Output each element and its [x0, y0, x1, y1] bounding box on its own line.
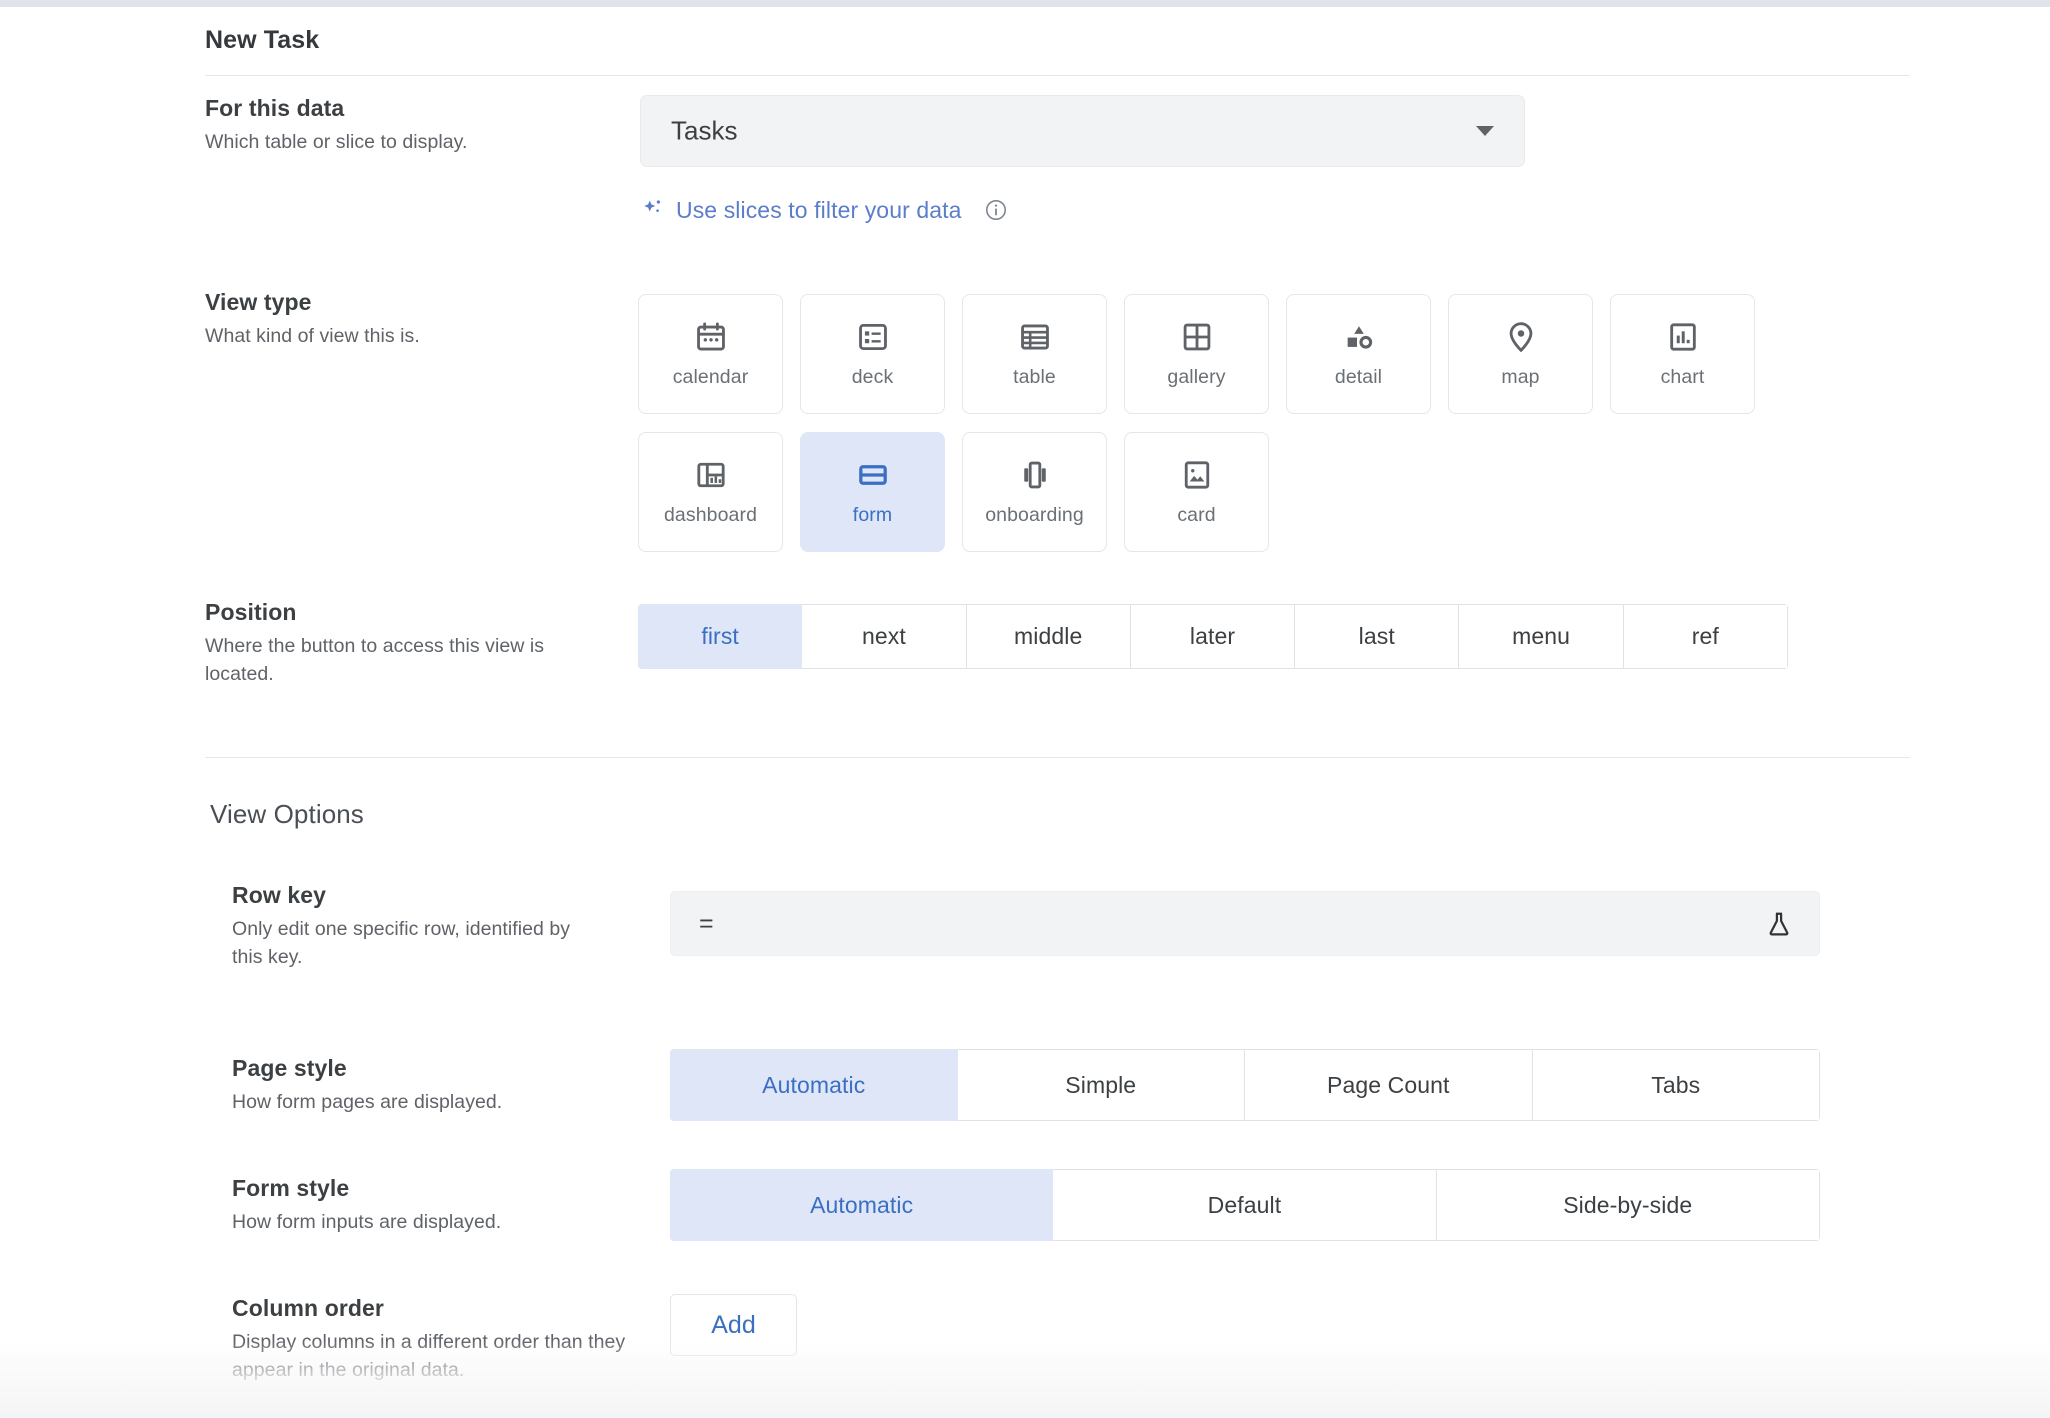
- view-type-label-chart: chart: [1660, 365, 1705, 388]
- page-style-label-group: Page style How form pages are displayed.: [232, 1055, 632, 1116]
- view-type-card[interactable]: card: [1124, 432, 1269, 552]
- form-style-option-automatic[interactable]: Automatic: [670, 1169, 1054, 1241]
- gallery-icon: [1183, 323, 1210, 350]
- deck-icon: [858, 323, 887, 350]
- view-type-description: What kind of view this is.: [205, 325, 420, 347]
- position-label-group: Position Where the button to access this…: [205, 599, 635, 689]
- data-source-select[interactable]: Tasks: [640, 95, 1525, 167]
- sparkle-icon: [644, 200, 661, 212]
- view-type-label-group: View type What kind of view this is.: [205, 289, 635, 350]
- position-option-menu[interactable]: menu: [1459, 604, 1624, 669]
- view-type-detail[interactable]: detail: [1286, 294, 1431, 414]
- shapes-icon: [1347, 325, 1372, 349]
- view-type-calendar[interactable]: calendar: [638, 294, 783, 414]
- position-segmented-control: first next middle later last menu ref: [638, 604, 1788, 669]
- view-type-label-card: card: [1177, 503, 1216, 526]
- calendar-icon: [696, 322, 725, 350]
- data-source-value: Tasks: [671, 115, 738, 146]
- form-style-option-default[interactable]: Default: [1053, 1169, 1437, 1241]
- view-type-dashboard[interactable]: dashboard: [638, 432, 783, 552]
- position-option-ref[interactable]: ref: [1623, 604, 1788, 669]
- form-style-description: How form inputs are displayed.: [232, 1211, 502, 1233]
- view-type-table[interactable]: table: [962, 294, 1107, 414]
- row-key-equals-prefix: =: [699, 909, 714, 937]
- use-slices-label: Use slices to filter your data: [676, 196, 962, 223]
- form-style-segmented-control: Automatic Default Side-by-side: [670, 1169, 1820, 1241]
- for-this-data-label-group: For this data Which table or slice to di…: [205, 95, 635, 156]
- view-type-label-form: form: [852, 503, 893, 526]
- page-style-segmented-control: Automatic Simple Page Count Tabs: [670, 1049, 1820, 1121]
- position-option-later[interactable]: later: [1130, 604, 1296, 669]
- view-type-form[interactable]: form: [800, 432, 945, 552]
- view-type-gallery[interactable]: gallery: [1124, 294, 1269, 414]
- top-strip: [0, 0, 2050, 7]
- chevron-down-icon: [1476, 126, 1494, 136]
- view-type-row-2: dashboard form onboarding card: [638, 432, 1755, 552]
- view-type-label-table: table: [1013, 365, 1056, 388]
- row-key-description: Only edit one specific row, identified b…: [232, 918, 571, 969]
- row-key-label: Row key: [232, 882, 327, 908]
- view-type-grid: calendar deck table gallery detail map c…: [638, 294, 1755, 570]
- view-settings-panel: New Task For this data Which table or sl…: [0, 7, 2050, 1418]
- form-icon: [858, 464, 887, 485]
- view-options-heading: View Options: [210, 799, 364, 829]
- position-label: Position: [205, 599, 297, 625]
- map-pin-icon: [1509, 321, 1532, 352]
- page-style-option-automatic[interactable]: Automatic: [670, 1049, 958, 1121]
- form-style-label-group: Form style How form inputs are displayed…: [232, 1175, 632, 1236]
- panel-header: New Task: [205, 16, 1910, 76]
- column-order-add-button[interactable]: Add: [670, 1294, 797, 1356]
- page-style-description: How form pages are displayed.: [232, 1091, 503, 1113]
- onboarding-icon: [1023, 461, 1046, 488]
- position-option-next[interactable]: next: [802, 604, 967, 669]
- view-type-deck[interactable]: deck: [800, 294, 945, 414]
- view-type-chart[interactable]: chart: [1610, 294, 1755, 414]
- view-type-label-map: map: [1501, 365, 1540, 388]
- page-style-option-tabs[interactable]: Tabs: [1532, 1049, 1820, 1121]
- for-this-data-description: Which table or slice to display.: [205, 131, 468, 153]
- view-type-onboarding[interactable]: onboarding: [962, 432, 1107, 552]
- view-type-label-deck: deck: [851, 365, 894, 388]
- table-icon: [1020, 324, 1049, 349]
- app-root: New Task For this data Which table or sl…: [0, 0, 2050, 1418]
- row-key-formula-input[interactable]: =: [670, 891, 1820, 956]
- page-title: New Task: [205, 26, 320, 54]
- position-option-first[interactable]: first: [638, 604, 803, 669]
- flask-icon[interactable]: [1765, 909, 1793, 939]
- info-icon[interactable]: [984, 198, 1008, 222]
- row-key-label-group: Row key Only edit one specific row, iden…: [232, 882, 632, 972]
- column-order-label-group: Column order Display columns in a differ…: [232, 1295, 632, 1385]
- form-style-option-side-by-side[interactable]: Side-by-side: [1436, 1169, 1820, 1241]
- view-type-row-1: calendar deck table gallery detail map c…: [638, 294, 1755, 414]
- for-this-data-label: For this data: [205, 95, 345, 121]
- page-style-option-simple[interactable]: Simple: [957, 1049, 1245, 1121]
- view-type-label: View type: [205, 289, 312, 315]
- page-style-option-page-count[interactable]: Page Count: [1245, 1049, 1533, 1121]
- column-order-description: Display columns in a different order tha…: [232, 1331, 626, 1382]
- form-style-label: Form style: [232, 1175, 350, 1201]
- view-type-map[interactable]: map: [1448, 294, 1593, 414]
- position-description: Where the button to access this view is …: [205, 635, 545, 686]
- page-style-label: Page style: [232, 1055, 347, 1081]
- dashboard-icon: [696, 462, 725, 487]
- section-divider: [205, 757, 1910, 758]
- view-type-label-detail: detail: [1334, 365, 1383, 388]
- view-type-label-onboarding: onboarding: [985, 503, 1084, 526]
- view-type-label-dashboard: dashboard: [663, 503, 758, 526]
- position-option-middle[interactable]: middle: [966, 604, 1131, 669]
- image-card-icon: [1184, 460, 1209, 489]
- view-type-label-calendar: calendar: [672, 365, 749, 388]
- bar-chart-icon: [1669, 322, 1696, 351]
- column-order-label: Column order: [232, 1295, 384, 1321]
- view-type-label-gallery: gallery: [1167, 365, 1226, 388]
- position-option-last[interactable]: last: [1295, 604, 1460, 669]
- use-slices-link[interactable]: Use slices to filter your data: [640, 192, 1008, 228]
